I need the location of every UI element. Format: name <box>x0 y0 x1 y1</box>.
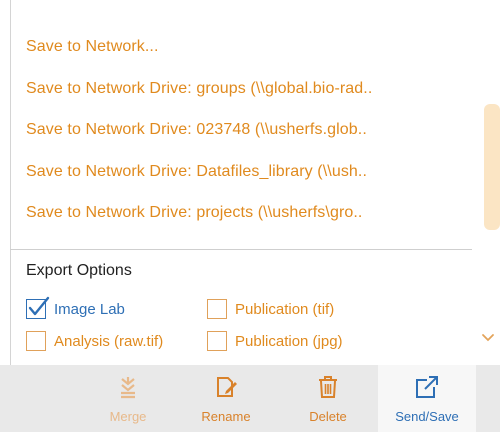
send-save-button[interactable]: Send/Save <box>378 365 476 432</box>
section-divider <box>10 249 472 250</box>
send-save-icon <box>414 374 440 400</box>
image-lab-label: Image Lab <box>54 300 125 318</box>
export-option-publication-tif[interactable]: Publication (tif) <box>207 299 334 319</box>
send-save-panel: Save to Network... Save to Network Drive… <box>0 0 500 432</box>
export-options-title: Export Options <box>26 262 132 279</box>
publication-jpg-checkbox[interactable] <box>207 331 227 351</box>
publication-tif-checkbox[interactable] <box>207 299 227 319</box>
publication-jpg-label: Publication (jpg) <box>235 332 343 350</box>
scroll-up-icon[interactable]: ⌃ <box>480 0 495 13</box>
export-option-image-lab[interactable]: Image Lab <box>26 296 125 319</box>
scroll-down-icon[interactable] <box>481 330 495 348</box>
save-network-drive-groups-item[interactable]: Save to Network Drive: groups (\\global.… <box>26 80 372 98</box>
scrollbar-thumb[interactable] <box>484 104 500 230</box>
save-destination-list: Save to Network... Save to Network Drive… <box>10 0 472 248</box>
save-network-drive-023748-item[interactable]: Save to Network Drive: 023748 (\\usherfs… <box>26 121 367 139</box>
checkmark-icon <box>28 296 50 316</box>
merge-label: Merge <box>109 409 147 424</box>
publication-tif-label: Publication (tif) <box>235 300 335 318</box>
merge-button[interactable]: Merge <box>96 365 160 432</box>
merge-icon <box>118 374 138 400</box>
delete-label: Delete <box>309 409 347 424</box>
delete-button[interactable]: Delete <box>296 365 360 432</box>
export-option-publication-jpg[interactable]: Publication (jpg) <box>207 331 343 351</box>
save-network-drive-projects-item[interactable]: Save to Network Drive: projects (\\usher… <box>26 204 362 222</box>
rename-button[interactable]: Rename <box>188 365 264 432</box>
bottom-toolbar: Merge Rename Delete Send/Save <box>0 365 500 432</box>
save-network-drive-datafiles-item[interactable]: Save to Network Drive: Datafiles_library… <box>26 163 367 181</box>
rename-icon <box>214 374 238 400</box>
analysis-raw-tif-label: Analysis (raw.tif) <box>54 332 164 350</box>
send-save-label: Send/Save <box>395 409 459 424</box>
save-to-network-item[interactable]: Save to Network... <box>26 38 159 56</box>
analysis-raw-tif-checkbox[interactable] <box>26 331 46 351</box>
rename-label: Rename <box>201 409 251 424</box>
image-lab-checkbox[interactable] <box>26 296 50 319</box>
trash-icon <box>317 374 339 400</box>
export-option-analysis-raw-tif[interactable]: Analysis (raw.tif) <box>26 331 163 351</box>
